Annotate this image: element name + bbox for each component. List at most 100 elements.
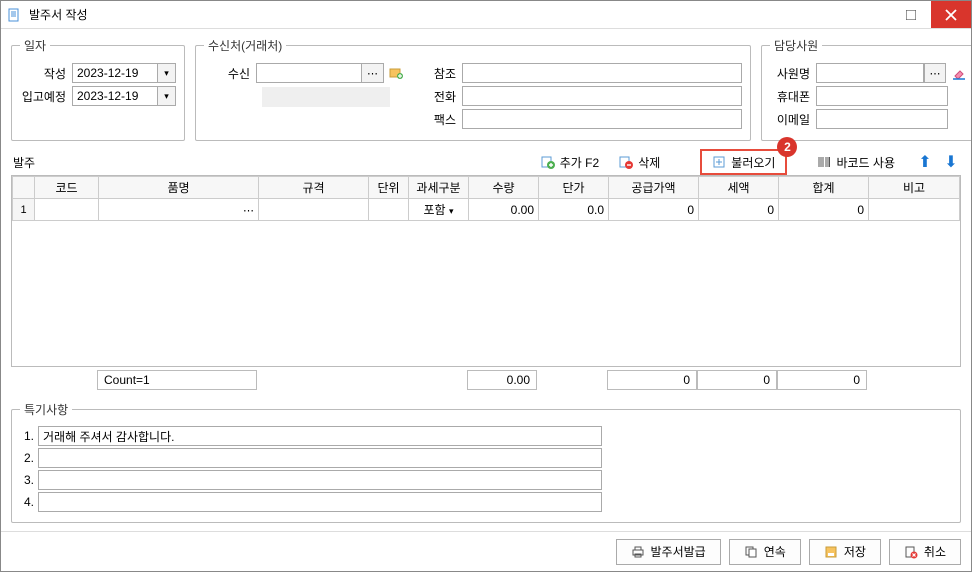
note1-input[interactable]: [38, 426, 602, 446]
recv-label: 수신: [204, 65, 256, 82]
grid-header-name[interactable]: 품명: [99, 177, 259, 199]
due-date-dropdown[interactable]: ▾: [158, 86, 176, 106]
grid-header-total[interactable]: 합계: [779, 177, 869, 199]
badge-number: 2: [777, 137, 797, 157]
staff-lookup-button[interactable]: ⋯: [924, 63, 946, 83]
due-date-label: 입고예정: [20, 88, 72, 105]
issue-button[interactable]: 발주서발급: [616, 539, 721, 565]
due-date-input[interactable]: [72, 86, 158, 106]
grid-header-note[interactable]: 비고: [869, 177, 960, 199]
document-icon: [7, 7, 23, 23]
grid-header-code[interactable]: 코드: [35, 177, 99, 199]
titlebar: 발주서 작성: [1, 1, 971, 29]
maximize-button[interactable]: [891, 1, 931, 28]
issue-button-label: 발주서발급: [651, 543, 706, 560]
grid-header-tax[interactable]: 과세구분: [409, 177, 469, 199]
recv-input[interactable]: [256, 63, 362, 83]
delete-row-label: 삭제: [638, 154, 660, 171]
chevron-down-icon: ▾: [164, 91, 169, 102]
grid-header-spec[interactable]: 규격: [259, 177, 369, 199]
load-button-wrap: 불러오기 2: [700, 149, 787, 175]
row-tax-value: 포함: [424, 203, 446, 217]
add-customer-button[interactable]: [386, 63, 406, 83]
top-row: 일자 작성 ▾ 입고예정 ▾ 수신처(거래처) 수신: [11, 37, 961, 141]
creation-date-input[interactable]: [72, 63, 158, 83]
save-button[interactable]: 저장: [809, 539, 881, 565]
move-up-button[interactable]: ⬆: [915, 152, 935, 172]
barcode-button[interactable]: 바코드 사용: [807, 149, 905, 175]
grid-header-price[interactable]: 단가: [539, 177, 609, 199]
arrow-up-icon: ⬆: [918, 152, 931, 172]
row-price-cell[interactable]: 0.0: [539, 199, 609, 221]
barcode-icon: [817, 155, 831, 169]
folder-plus-icon: [389, 66, 403, 80]
order-toolbar: 발주 추가 F2 삭제 불러오기 2 바코드 사용: [13, 151, 961, 173]
ellipsis-icon: ⋯: [243, 205, 254, 217]
row-name-cell[interactable]: ⋯: [99, 199, 259, 221]
row-total-cell[interactable]: 0: [779, 199, 869, 221]
ref-input[interactable]: [462, 63, 742, 83]
fax-input[interactable]: [462, 109, 742, 129]
table-row[interactable]: 1 ⋯ 포함 ▾ 0.00 0.0 0 0 0: [13, 199, 960, 221]
cancel-button[interactable]: 취소: [889, 539, 961, 565]
recv-display: [262, 87, 390, 107]
load-button[interactable]: 불러오기: [700, 149, 787, 175]
recv-lookup-button[interactable]: ⋯: [362, 63, 384, 83]
grid-header-sel[interactable]: [13, 177, 35, 199]
continue-button[interactable]: 연속: [729, 539, 801, 565]
load-icon: [712, 155, 726, 169]
note2-input[interactable]: [38, 448, 602, 468]
window: 발주서 작성 일자 작성 ▾ 입고예정 ▾: [0, 0, 972, 572]
staff-mobile-input[interactable]: [816, 86, 948, 106]
note4-label: 4.: [20, 495, 38, 509]
staff-legend: 담당사원: [770, 37, 822, 54]
ref-label: 참조: [426, 65, 462, 82]
staff-name-input[interactable]: [816, 63, 924, 83]
tel-input[interactable]: [462, 86, 742, 106]
row-spec-cell[interactable]: [259, 199, 369, 221]
grid-header-qty[interactable]: 수량: [469, 177, 539, 199]
delete-icon: [619, 155, 633, 169]
grid-header-vat[interactable]: 세액: [699, 177, 779, 199]
cancel-icon: [904, 545, 918, 559]
delete-row-button[interactable]: 삭제: [609, 149, 670, 175]
tel-label: 전화: [426, 88, 462, 105]
bottom-bar: 발주서발급 연속 저장 취소: [1, 531, 971, 571]
row-index[interactable]: 1: [13, 199, 35, 221]
note2-label: 2.: [20, 451, 38, 465]
row-vat-cell[interactable]: 0: [699, 199, 779, 221]
ellipsis-icon: ⋯: [367, 67, 378, 80]
grid-header-unit[interactable]: 단위: [369, 177, 409, 199]
note3-input[interactable]: [38, 470, 602, 490]
note4-input[interactable]: [38, 492, 602, 512]
staff-email-input[interactable]: [816, 109, 948, 129]
window-buttons: [891, 1, 971, 28]
summary-count: Count=1: [97, 370, 257, 390]
save-button-label: 저장: [844, 543, 866, 560]
grid-header-supply[interactable]: 공급가액: [609, 177, 699, 199]
add-row-button[interactable]: 추가 F2: [531, 149, 609, 175]
creation-date-dropdown[interactable]: ▾: [158, 63, 176, 83]
row-unit-cell[interactable]: [369, 199, 409, 221]
row-tax-cell[interactable]: 포함 ▾: [409, 199, 469, 221]
add-icon: [541, 155, 555, 169]
copy-icon: [744, 545, 758, 559]
barcode-button-label: 바코드 사용: [836, 154, 895, 171]
order-section-label: 발주: [13, 154, 35, 171]
move-down-button[interactable]: ⬇: [941, 152, 961, 172]
row-note-cell[interactable]: [869, 199, 960, 221]
date-legend: 일자: [20, 37, 50, 54]
summary-vat: 0: [697, 370, 777, 390]
staff-email-label: 이메일: [770, 111, 816, 128]
summary-qty: 0.00: [467, 370, 537, 390]
recipient-legend: 수신처(거래처): [204, 37, 286, 54]
staff-fieldset: 담당사원 사원명 ⋯ 휴대폰 이메일: [761, 37, 971, 141]
eraser-icon: [952, 66, 966, 80]
row-code-cell[interactable]: [35, 199, 99, 221]
eraser-button[interactable]: [950, 64, 968, 82]
row-supply-cell[interactable]: 0: [609, 199, 699, 221]
row-qty-cell[interactable]: 0.00: [469, 199, 539, 221]
close-button[interactable]: [931, 1, 971, 28]
staff-name-label: 사원명: [770, 65, 816, 82]
date-fieldset: 일자 작성 ▾ 입고예정 ▾: [11, 37, 185, 141]
